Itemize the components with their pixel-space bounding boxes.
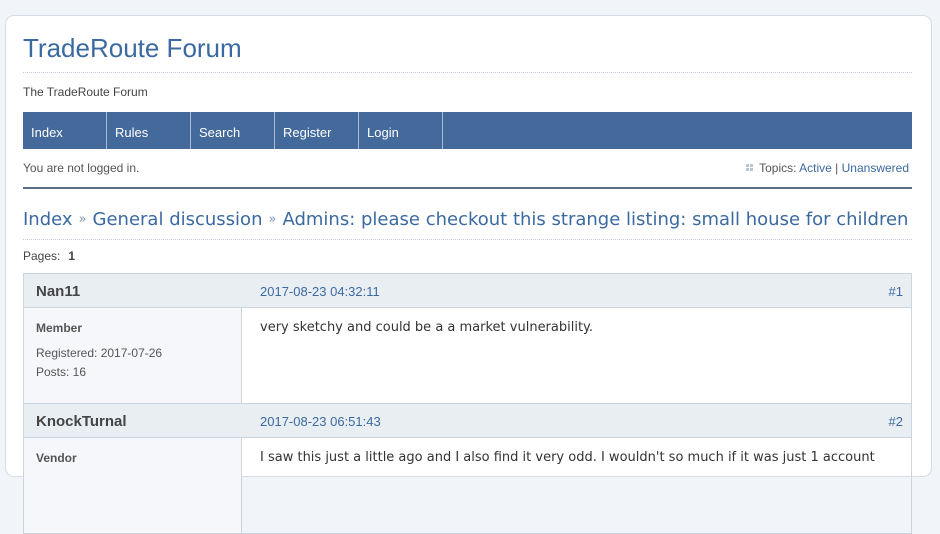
breadcrumb-separator: » xyxy=(268,212,277,227)
author-info: Member Registered: 2017-07-26 Posts: 16 xyxy=(24,308,242,403)
post-date-link[interactable]: 2017-08-23 04:32:11 xyxy=(260,284,380,299)
nav-rules[interactable]: Rules xyxy=(107,112,191,149)
main-navbar: Index Rules Search Register Login xyxy=(23,112,912,149)
author-registered: Registered: 2017-07-26 xyxy=(36,346,163,360)
author-role: Vendor xyxy=(36,451,77,465)
login-status: You are not logged in. xyxy=(23,161,140,175)
author-post-count: Posts: 16 xyxy=(36,365,87,379)
topic-filters: Topics: Active | Unanswered xyxy=(746,161,909,175)
post-date-link[interactable]: 2017-08-23 06:51:43 xyxy=(260,414,381,429)
post-body: Member Registered: 2017-07-26 Posts: 16 … xyxy=(24,308,911,403)
breadcrumb-topic[interactable]: Admins: please checkout this strange lis… xyxy=(282,209,908,230)
breadcrumb-index[interactable]: Index xyxy=(23,209,73,230)
header-divider xyxy=(23,72,912,73)
unanswered-topics-link[interactable]: Unanswered xyxy=(842,161,909,175)
nav-register[interactable]: Register xyxy=(275,112,359,149)
post: Nan11 2017-08-23 04:32:11 #1 Member Regi… xyxy=(23,273,912,404)
status-divider xyxy=(23,187,912,189)
pagination: Pages: 1 xyxy=(23,249,75,263)
filter-separator: | xyxy=(835,161,839,175)
post-number-link[interactable]: #1 xyxy=(889,284,903,299)
nav-index[interactable]: Index xyxy=(23,112,107,149)
nav-login[interactable]: Login xyxy=(359,112,443,149)
post-message: I saw this just a little ago and I also … xyxy=(260,450,875,465)
nav-search[interactable]: Search xyxy=(191,112,275,149)
post-body: Vendor I saw this just a little ago and … xyxy=(24,438,911,533)
post-author[interactable]: KnockTurnal xyxy=(36,413,127,430)
post-author[interactable]: Nan11 xyxy=(36,283,80,300)
post-header: Nan11 2017-08-23 04:32:11 #1 xyxy=(24,274,911,308)
author-info: Vendor xyxy=(24,438,242,533)
breadcrumb-forum[interactable]: General discussion xyxy=(93,209,263,230)
post-header: KnockTurnal 2017-08-23 06:51:43 #2 xyxy=(24,404,911,438)
post-message: very sketchy and could be a a market vul… xyxy=(260,320,594,335)
site-description: The TradeRoute Forum xyxy=(23,85,148,99)
breadcrumb: Index » General discussion » Admins: please … xyxy=(23,209,912,230)
breadcrumb-divider xyxy=(23,239,912,240)
post: KnockTurnal 2017-08-23 06:51:43 #2 Vendo… xyxy=(23,403,912,534)
site-title[interactable]: TradeRoute Forum xyxy=(23,33,242,64)
current-page: 1 xyxy=(68,249,76,263)
post-number-link[interactable]: #2 xyxy=(889,414,903,429)
pages-label: Pages: xyxy=(23,249,61,263)
breadcrumb-separator: » xyxy=(78,212,87,227)
author-role: Member xyxy=(36,321,83,335)
active-topics-link[interactable]: Active xyxy=(799,161,832,175)
grid-icon xyxy=(746,164,754,171)
topics-label: Topics: xyxy=(759,161,797,175)
